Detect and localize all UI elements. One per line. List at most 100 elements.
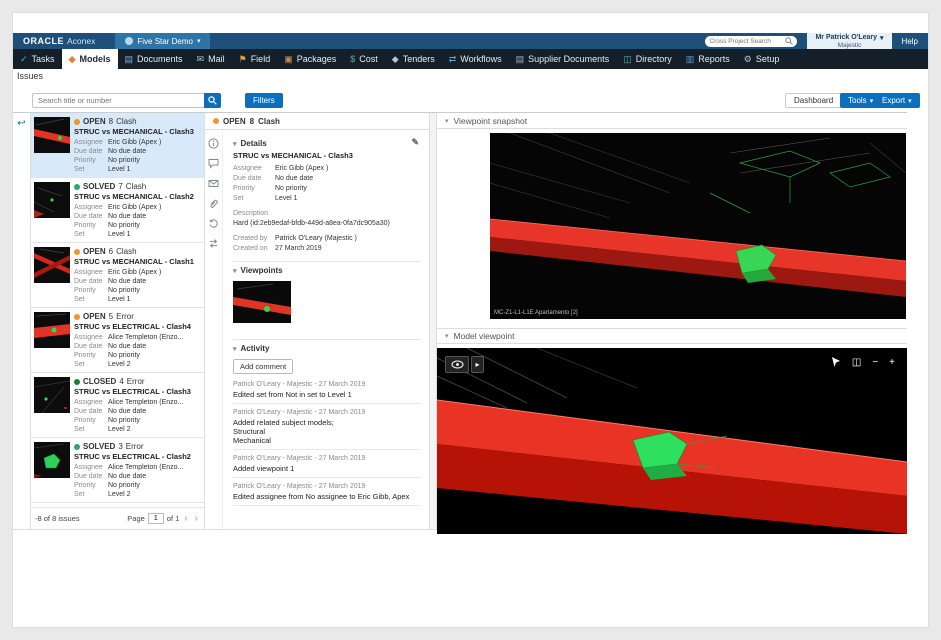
tab-label: Documents [137,54,183,64]
activity-text: Added viewpoint 1 [233,464,421,473]
tab-workflows[interactable]: ⇄Workflows [442,49,509,69]
activity-entry: Patrick O'Leary - Majestic - 27 March 20… [233,376,421,404]
project-selector[interactable]: Five Star Demo ▾ [115,33,210,49]
field-label: Set [74,360,108,369]
list-item[interactable]: OPEN8Clash STRUC vs MECHANICAL - Clash3 … [31,113,204,178]
info-icon[interactable] [208,138,219,149]
expand-toolbar-button[interactable]: ▸ [471,356,484,373]
edit-pencil-icon[interactable]: ✎ [411,137,419,148]
cross-project-search-input[interactable] [709,38,785,45]
panel-splitter[interactable] [430,112,437,530]
check-icon: ✓ [20,55,28,64]
activity-text: Edited assignee from No assignee to Eric… [233,492,421,501]
activity-section-header[interactable]: ▾ Activity [233,344,421,353]
diamond-icon: ◆ [392,55,399,64]
detail-type: Clash [258,117,280,126]
tab-directory[interactable]: ◫Directory [616,49,679,69]
prev-page-icon[interactable]: ‹ [182,513,189,524]
select-cursor-icon[interactable] [831,357,841,368]
field-label: Set [74,295,108,304]
field-label: Set [74,490,108,499]
tab-setup[interactable]: ⚙Setup [737,49,787,69]
tab-packages[interactable]: ▣Packages [277,49,343,69]
field-value: Alice Templeton (Enzo... [108,398,183,407]
chart-icon: ▥ [686,55,695,64]
detail-title: STRUC vs MECHANICAL - Clash3 [233,151,421,160]
export-button[interactable]: Export▾ [874,93,920,108]
add-comment-button[interactable]: Add comment [233,359,293,374]
collapse-panel-icon[interactable]: ↩ [17,118,25,129]
cross-project-search[interactable] [705,36,797,47]
list-item[interactable]: SOLVED3Error STRUC vs ELECTRICAL - Clash… [31,438,204,503]
list-item[interactable]: SOLVED7Clash STRUC vs MECHANICAL - Clash… [31,178,204,243]
zoom-out-icon[interactable]: − [872,358,878,368]
tab-tasks[interactable]: ✓Tasks [13,49,62,69]
issue-search-input[interactable] [32,93,204,108]
filters-button[interactable]: Filters [245,93,283,108]
tab-models[interactable]: ◈Models [62,49,118,69]
dashboard-button[interactable]: Dashboard [785,93,842,108]
field-value: No due date [108,407,146,416]
tab-label: Tenders [403,54,435,64]
tab-mail[interactable]: ✉Mail [190,49,232,69]
detail-status: OPEN [223,117,246,126]
next-page-icon[interactable]: › [193,513,200,524]
chevron-down-icon: ▾ [445,117,449,125]
activity-meta: Patrick O'Leary - Majestic - 27 March 20… [233,455,421,462]
issue-subject: STRUC vs MECHANICAL - Clash2 [74,192,201,201]
model-viewpoint-label: Model viewpoint [454,331,515,341]
list-item[interactable]: OPEN5Error STRUC vs ELECTRICAL - Clash4 … [31,308,204,373]
viewpoint-snapshot-label: Viewpoint snapshot [454,116,528,126]
viewpoint-thumbnail[interactable] [233,281,291,323]
user-menu[interactable]: Mr Patrick O'Leary▾ Majestic [807,33,891,49]
list-item[interactable]: OPEN6Clash STRUC vs MECHANICAL - Clash1 … [31,243,204,308]
issue-list-panel: OPEN8Clash STRUC vs MECHANICAL - Clash3 … [31,112,205,530]
page-number-input[interactable] [148,513,164,524]
field-value: Level 2 [108,490,131,499]
user-name: Mr Patrick O'Leary [815,34,877,41]
cube-icon: ◈ [69,55,76,64]
search-button[interactable] [204,93,221,108]
transfer-icon[interactable] [208,238,219,249]
status-dot [74,119,80,125]
help-link[interactable]: Help [892,37,928,46]
created-on-value: 27 March 2019 [275,244,322,254]
issue-subject: STRUC vs ELECTRICAL - Clash2 [74,452,201,461]
left-rail: ↩ [13,112,31,530]
tab-documents[interactable]: ▤Documents [118,49,190,69]
field-value: No priority [108,416,140,425]
comment-icon[interactable] [208,158,219,169]
split-view-icon[interactable]: ◫ [852,358,861,368]
field-label: Due date [74,407,108,416]
created-by-label: Created by [233,234,275,244]
tab-cost[interactable]: $Cost [343,49,385,69]
field-label: Due date [233,174,275,184]
attachment-icon[interactable] [208,198,219,209]
created-by-value: Patrick O'Leary (Majestic ) [275,234,357,244]
field-value: Level 2 [108,360,131,369]
issue-subject: STRUC vs ELECTRICAL - Clash3 [74,387,201,396]
issue-status: SOLVED [83,182,115,191]
field-value: No priority [108,156,140,165]
mail-icon[interactable] [208,178,219,189]
history-icon[interactable] [208,218,219,229]
viewpoints-section-header[interactable]: ▾ Viewpoints [233,266,421,275]
list-item[interactable]: CLOSED4Error STRUC vs ELECTRICAL - Clash… [31,373,204,438]
details-section-header[interactable]: ▾ Details ✎ [233,139,421,148]
tab-reports[interactable]: ▥Reports [679,49,737,69]
tab-field[interactable]: ⚑Field [232,49,278,69]
zoom-in-icon[interactable]: + [889,358,895,368]
tab-tenders[interactable]: ◆ Tenders [385,49,442,69]
chevron-down-icon: ▾ [880,34,884,42]
gear-icon: ⚙ [744,55,752,64]
visibility-eye-button[interactable] [445,356,469,373]
model-viewer[interactable]: ▸ ◫ − + [437,348,907,534]
model-viewpoint-header[interactable]: ▾ Model viewpoint [437,328,907,344]
viewpoint-snapshot-header[interactable]: ▾ Viewpoint snapshot [437,113,907,129]
issue-thumbnail [34,377,70,413]
activity-meta: Patrick O'Leary - Majestic - 27 March 20… [233,409,421,416]
tab-supplier-documents[interactable]: ▤Supplier Documents [509,49,617,69]
page-label: Page [127,514,145,523]
field-value: No priority [108,481,140,490]
issue-type: Error [127,377,145,386]
